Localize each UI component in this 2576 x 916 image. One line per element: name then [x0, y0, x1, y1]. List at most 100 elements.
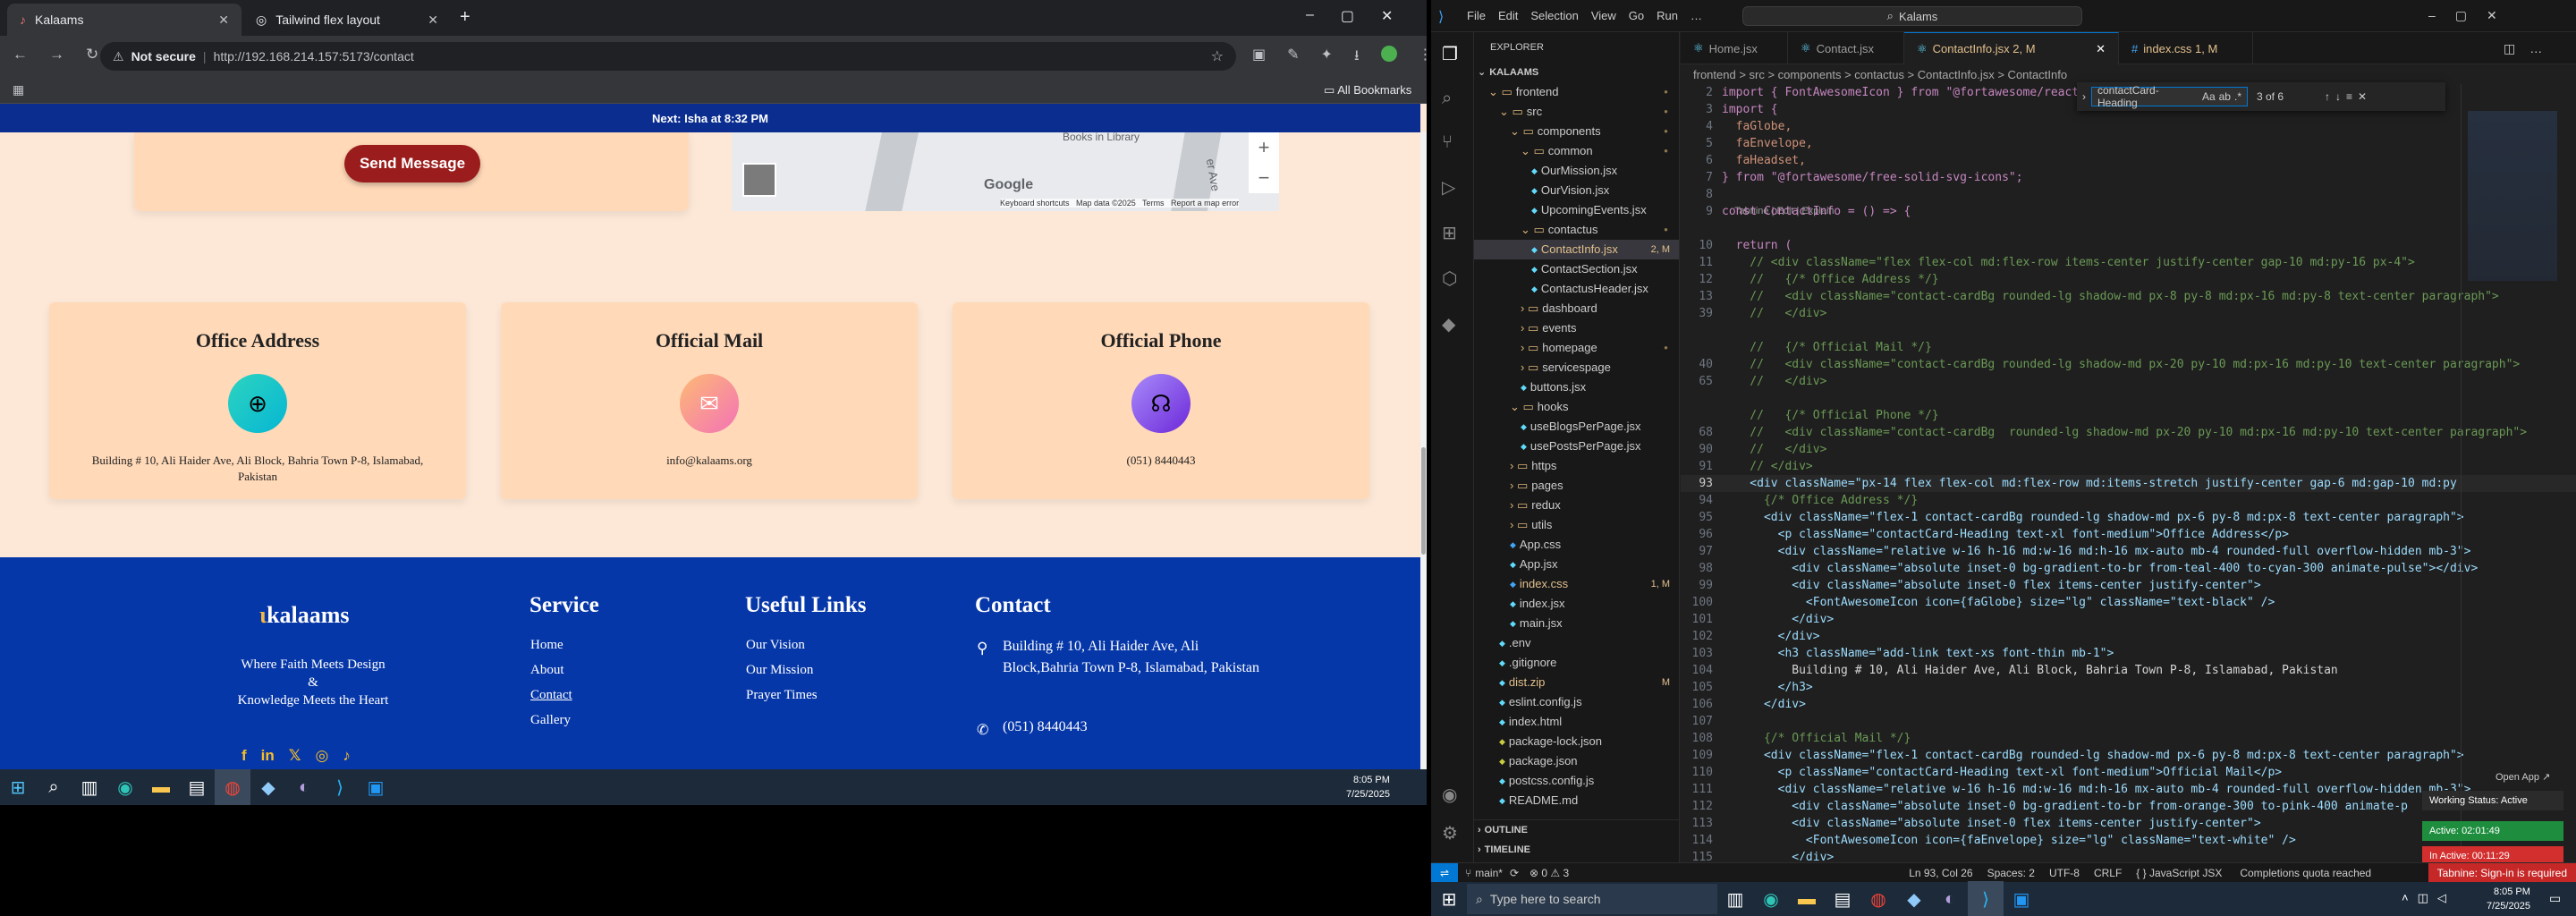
forward-icon[interactable]: → [49, 46, 64, 64]
new-tab-button[interactable]: + [460, 7, 470, 28]
close-window-button[interactable]: ✕ [2487, 8, 2497, 23]
outline-panel[interactable]: › OUTLINE [1474, 820, 1680, 840]
indentation[interactable]: Spaces: 2 [1987, 867, 2035, 879]
taskbar-clock[interactable]: 8:05 PM 7/25/2025 [2487, 885, 2530, 913]
edge-icon[interactable]: ◉ [107, 769, 143, 805]
vscode-icon[interactable]: ⟩ [1968, 881, 2004, 916]
account-icon[interactable]: ◉ [1442, 784, 1458, 806]
close-window-button[interactable]: ✕ [1381, 7, 1393, 25]
tab-home-jsx[interactable]: ⚛ Home.jsx [1681, 32, 1788, 64]
timeline-panel[interactable]: › TIMELINE [1474, 840, 1680, 860]
github-icon[interactable]: ◐ [286, 769, 322, 805]
tree-folder[interactable]: › ▭ https [1474, 456, 1679, 476]
back-icon[interactable]: ← [13, 46, 28, 64]
map-satellite-toggle[interactable] [742, 163, 776, 197]
store-icon[interactable]: ▤ [179, 769, 215, 805]
tree-file[interactable]: ◆ dist.zip M [1474, 673, 1679, 692]
sync-icon[interactable]: ⟳ [1510, 867, 1519, 879]
zoom-icon[interactable]: ▣ [358, 769, 394, 805]
selection-icon[interactable]: ≡ [2346, 90, 2352, 103]
footer-link-gallery[interactable]: Gallery [530, 708, 572, 733]
zoom-in-button[interactable]: + [1249, 132, 1279, 163]
tree-file[interactable]: ◆ package.json [1474, 751, 1679, 771]
tree-folder[interactable]: ⌄ ▭ components ● [1474, 122, 1679, 141]
encoding[interactable]: UTF-8 [2049, 867, 2080, 879]
notification-icon[interactable]: ▭ [2549, 891, 2561, 906]
url-text[interactable]: http://192.168.214.157:5173/contact [214, 49, 414, 64]
minimize-button[interactable]: – [1306, 7, 1314, 25]
footer-link-vision[interactable]: Our Vision [746, 632, 818, 657]
tree-file[interactable]: ◆ OurVision.jsx [1474, 181, 1679, 200]
line-endings[interactable]: CRLF [2094, 867, 2122, 879]
search-icon[interactable]: ⌕ [1442, 89, 1458, 109]
all-bookmarks[interactable]: ▭ All Bookmarks [1324, 83, 1411, 98]
language-mode[interactable]: { } JavaScript JSX [2136, 867, 2222, 879]
more-actions-icon[interactable]: … [2529, 41, 2542, 56]
close-tab-icon[interactable]: ✕ [218, 13, 229, 28]
chrome-icon[interactable]: ◍ [1860, 881, 1896, 916]
tree-file[interactable]: ◆ UpcomingEvents.jsx [1474, 200, 1679, 220]
tabnine-status[interactable]: Tabnine: Sign-in is required [2428, 862, 2576, 883]
instagram-icon[interactable]: ◎ [315, 747, 328, 765]
footer-link-home[interactable]: Home [530, 632, 572, 657]
tree-file[interactable]: ◆ index.css 1, M [1474, 574, 1679, 594]
tree-file[interactable]: ◆ package-lock.json [1474, 732, 1679, 751]
chrome-icon[interactable]: ◍ [215, 769, 250, 805]
branch-name[interactable]: main* [1475, 867, 1503, 879]
chevron-up-icon[interactable]: ˄ [2402, 891, 2409, 905]
send-message-button[interactable]: Send Message [344, 145, 480, 182]
star-icon[interactable]: ☆ [1211, 47, 1224, 65]
zoom-out-button[interactable]: − [1249, 163, 1279, 193]
footer-link-mission[interactable]: Our Mission [746, 657, 818, 683]
taskbar-clock[interactable]: 8:05 PM 7/25/2025 [1346, 773, 1390, 802]
menu-selection[interactable]: Selection [1530, 9, 1578, 22]
tree-file[interactable]: ◆ index.jsx [1474, 594, 1679, 614]
tree-file[interactable]: ◆ index.html [1474, 712, 1679, 732]
footer-logo[interactable]: ɩkalaams [259, 602, 350, 629]
tree-folder[interactable]: › ▭ pages [1474, 476, 1679, 496]
store-icon[interactable]: ▤ [1825, 881, 1860, 916]
tree-file[interactable]: ◆ ContactSection.jsx [1474, 259, 1679, 279]
tree-folder[interactable]: › ▭ redux [1474, 496, 1679, 515]
menu-run[interactable]: Run [1657, 9, 1678, 22]
apps-icon[interactable]: ▦ [13, 82, 24, 98]
close-tab-icon[interactable]: ✕ [2096, 42, 2106, 56]
tree-file[interactable]: ◆ buttons.jsx [1474, 377, 1679, 397]
tab-contact-jsx[interactable]: ⚛ Contact.jsx [1788, 32, 1904, 64]
code-editor[interactable]: Tabnine | Edit | Explain 2 import { FontA… [1681, 84, 2576, 861]
explorer-icon[interactable]: ❐ [1442, 43, 1458, 65]
regex-icon[interactable]: .* [2234, 90, 2241, 103]
task-view-icon[interactable]: ▥ [72, 769, 107, 805]
settings-gear-icon[interactable]: ⚙ [1442, 822, 1458, 844]
facebook-icon[interactable]: f [242, 747, 247, 765]
remote-indicator-icon[interactable]: ⇌ [1431, 862, 1459, 883]
tree-file[interactable]: ◆ ContactInfo.jsx 2, M [1474, 240, 1679, 259]
tree-folder[interactable]: ⌄ ▭ src ● [1474, 102, 1679, 122]
tiktok-icon[interactable]: ♪ [343, 747, 351, 765]
edge-icon[interactable]: ◉ [1753, 881, 1789, 916]
menu-more[interactable]: … [1690, 9, 1702, 22]
github-icon[interactable]: ◐ [1932, 881, 1968, 916]
pen-icon[interactable]: ✎ [1287, 46, 1299, 70]
tree-file[interactable]: ◆ .gitignore [1474, 653, 1679, 673]
tree-file[interactable]: ◆ ContactusHeader.jsx [1474, 279, 1679, 299]
maximize-button[interactable]: ▢ [1341, 7, 1354, 25]
taskbar-search[interactable]: ⌕ Type here to search [1467, 884, 1717, 914]
tree-folder[interactable]: › ▭ events [1474, 318, 1679, 338]
reload-icon[interactable]: ↻ [86, 46, 98, 64]
extension-icon[interactable]: ▣ [1252, 46, 1266, 70]
scrollbar-thumb[interactable] [1421, 447, 1426, 555]
source-control-icon[interactable]: ⑂ [1442, 132, 1458, 153]
profile-avatar[interactable] [1380, 46, 1397, 62]
close-icon[interactable]: ✕ [2358, 90, 2367, 103]
menu-view[interactable]: View [1591, 9, 1616, 22]
tab-index-css[interactable]: # index.css 1, M [2119, 32, 2253, 64]
arrow-up-icon[interactable]: ↑ [2325, 90, 2330, 103]
completions-quota[interactable]: Completions quota reached [2240, 867, 2371, 879]
tree-folder[interactable]: › ▭ utils [1474, 515, 1679, 535]
tree-file[interactable]: ◆ useBlogsPerPage.jsx [1474, 417, 1679, 437]
tree-file[interactable]: ◆ usePostsPerPage.jsx [1474, 437, 1679, 456]
app-icon[interactable]: ◆ [1896, 881, 1932, 916]
task-view-icon[interactable]: ▥ [1717, 881, 1753, 916]
x-icon[interactable]: 𝕏 [289, 747, 301, 765]
